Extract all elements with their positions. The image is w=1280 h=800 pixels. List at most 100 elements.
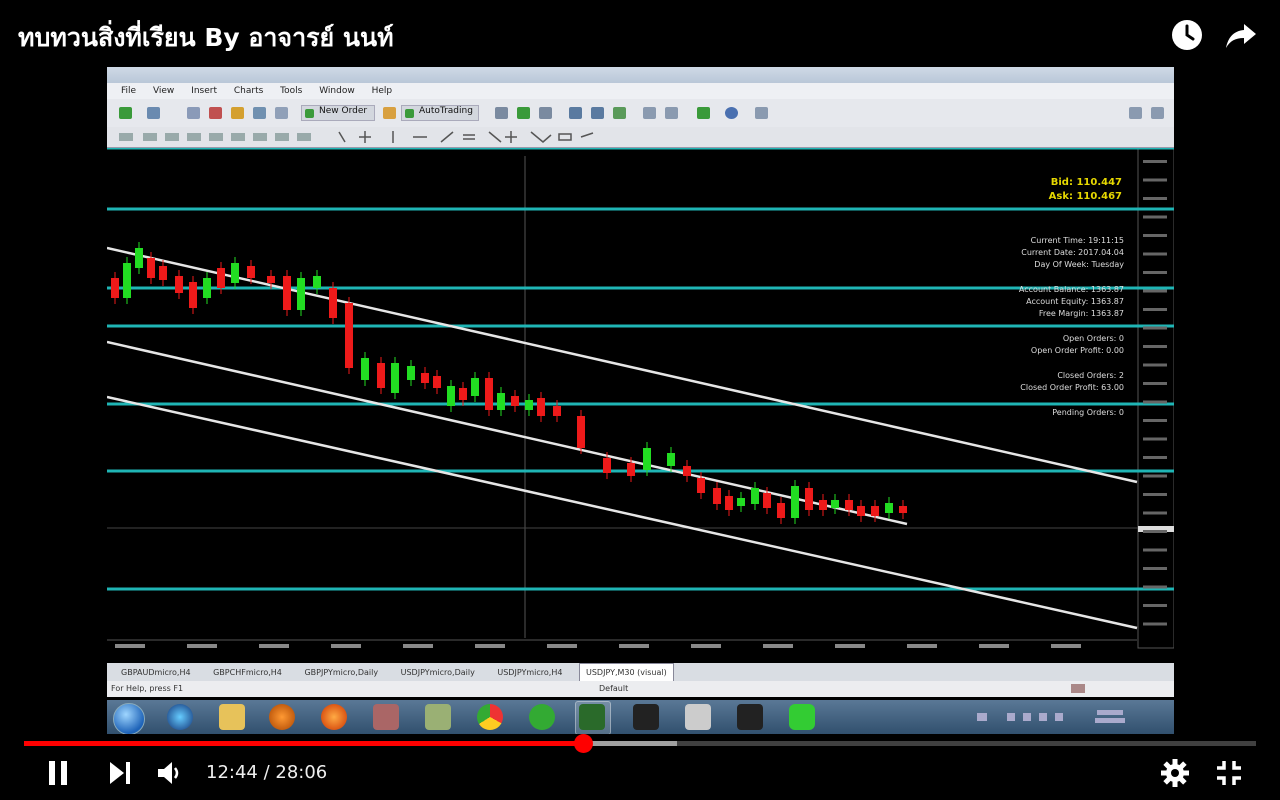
candle: [123, 263, 131, 298]
pause-icon[interactable]: [44, 758, 74, 788]
menu-item-window: Window: [319, 86, 355, 96]
candle: [553, 406, 561, 416]
share-arrow-icon[interactable]: [1224, 18, 1258, 52]
chart-tab: GBPJPYmicro,Daily: [304, 668, 379, 677]
price-axis-tick: [1143, 400, 1167, 404]
played-bar: [24, 741, 583, 746]
candle: [713, 488, 721, 504]
chart-tab: GBPCHFmicro,H4: [213, 668, 282, 677]
candle: [885, 503, 893, 513]
status-help-text: For Help, press F1: [111, 684, 184, 693]
line-chart-icon: [539, 107, 552, 119]
candle: [391, 363, 399, 393]
info-current-time: Current Time: 19:11:15: [1030, 236, 1124, 245]
candle: [111, 278, 119, 298]
platform-statusbar: For Help, press F1 Default: [107, 681, 1174, 697]
trend-channel: [107, 246, 1138, 630]
info-account-balance: Account Balance: 1363.87: [1018, 285, 1124, 294]
candle: [805, 488, 813, 510]
candle: [217, 268, 225, 288]
candle: [899, 506, 907, 513]
zoom-in-icon: [569, 107, 582, 119]
gear-icon[interactable]: [1160, 758, 1190, 788]
status-profile: Default: [599, 684, 629, 693]
time-axis-tick: [403, 644, 433, 648]
candle: [777, 503, 785, 518]
clock-icon[interactable]: [1170, 18, 1204, 52]
price-axis-tick: [1143, 622, 1167, 626]
info-closed-orders: Closed Orders: 2: [1057, 371, 1124, 380]
line-app-icon: [789, 704, 815, 730]
candle: [421, 373, 429, 383]
price-axis-tick: [1143, 197, 1167, 200]
candle: [845, 500, 853, 510]
ask-price: Ask: 110.467: [1048, 191, 1122, 202]
bid-price: Bid: 110.447: [1050, 177, 1122, 188]
price-axis-tick: [1143, 419, 1167, 422]
skip-next-icon[interactable]: [106, 758, 136, 788]
candle: [831, 500, 839, 508]
excel-icon: [579, 704, 605, 730]
chart-tab: GBPAUDmicro,H4: [121, 668, 191, 677]
notepad-icon: [685, 704, 711, 730]
candle: [643, 448, 651, 470]
info-open-orders: Open Orders: 0: [1062, 334, 1124, 343]
photo-app-icon: [373, 704, 399, 730]
new-chart-icon: [119, 107, 132, 119]
candle: [697, 478, 705, 493]
candlestick-chart: [107, 146, 1174, 649]
time-axis-tick: [763, 644, 793, 648]
media-player-icon: [269, 704, 295, 730]
candle: [683, 466, 691, 476]
time-axis-tick: [979, 644, 1009, 648]
time-axis-tick: [691, 644, 721, 648]
info-open-order-profit: Open Order Profit: 0.00: [1030, 346, 1124, 355]
info-current-date: Current Date: 2017.04.04: [1021, 248, 1124, 257]
price-axis-tick: [1143, 474, 1167, 478]
system-tray: [967, 708, 1137, 726]
chart-tab: USDJPYmicro,Daily: [400, 668, 475, 677]
candle: [737, 498, 745, 506]
price-axis-tick: [1143, 530, 1167, 533]
time-axis-tick: [187, 644, 217, 648]
video-frame[interactable]: File View Insert Charts Tools Window Hel…: [107, 67, 1174, 734]
menu-item-insert: Insert: [191, 86, 217, 96]
candle: [135, 248, 143, 268]
price-axis-tick: [1143, 326, 1167, 330]
candle: [159, 266, 167, 280]
candle: [485, 378, 493, 410]
time-axis-tick: [115, 644, 145, 648]
exit-fullscreen-icon[interactable]: [1214, 758, 1244, 788]
expert-icon: [383, 107, 396, 119]
scrubber-handle[interactable]: [574, 734, 593, 753]
periods-icon: [725, 107, 738, 119]
chrome-icon: [477, 704, 503, 730]
menu-item-file: File: [121, 86, 137, 96]
candle: [267, 276, 275, 283]
firefox-icon: [321, 704, 347, 730]
candlestick-icon: [517, 107, 530, 119]
xm-terminal-2-icon: [737, 704, 763, 730]
candle: [857, 506, 865, 516]
menu-item-tools: Tools: [280, 86, 303, 96]
info-account-equity: Account Equity: 1363.87: [1026, 297, 1124, 306]
volume-icon[interactable]: [155, 758, 185, 788]
candle: [203, 278, 211, 298]
candle: [871, 506, 879, 516]
candle: [189, 282, 197, 308]
price-axis-tick: [1143, 178, 1167, 182]
candle: [577, 416, 585, 448]
time-axis-tick: [331, 644, 361, 648]
candle: [377, 363, 385, 388]
navigator-icon: [231, 107, 244, 119]
time-axis-tick: [619, 644, 649, 648]
menu-item-view: View: [152, 86, 175, 96]
folder-icon: [219, 704, 245, 730]
video-title[interactable]: ทบทวนสิ่งที่เรียน By อาจารย์ นนท์: [18, 18, 394, 58]
candle: [297, 278, 305, 310]
time-axis-tick: [907, 644, 937, 648]
info-pending-orders: Pending Orders: 0: [1052, 408, 1124, 417]
autoscroll-icon: [665, 107, 678, 119]
windows-taskbar: [107, 700, 1174, 734]
platform-menubar: File View Insert Charts Tools Window Hel…: [107, 83, 1174, 99]
